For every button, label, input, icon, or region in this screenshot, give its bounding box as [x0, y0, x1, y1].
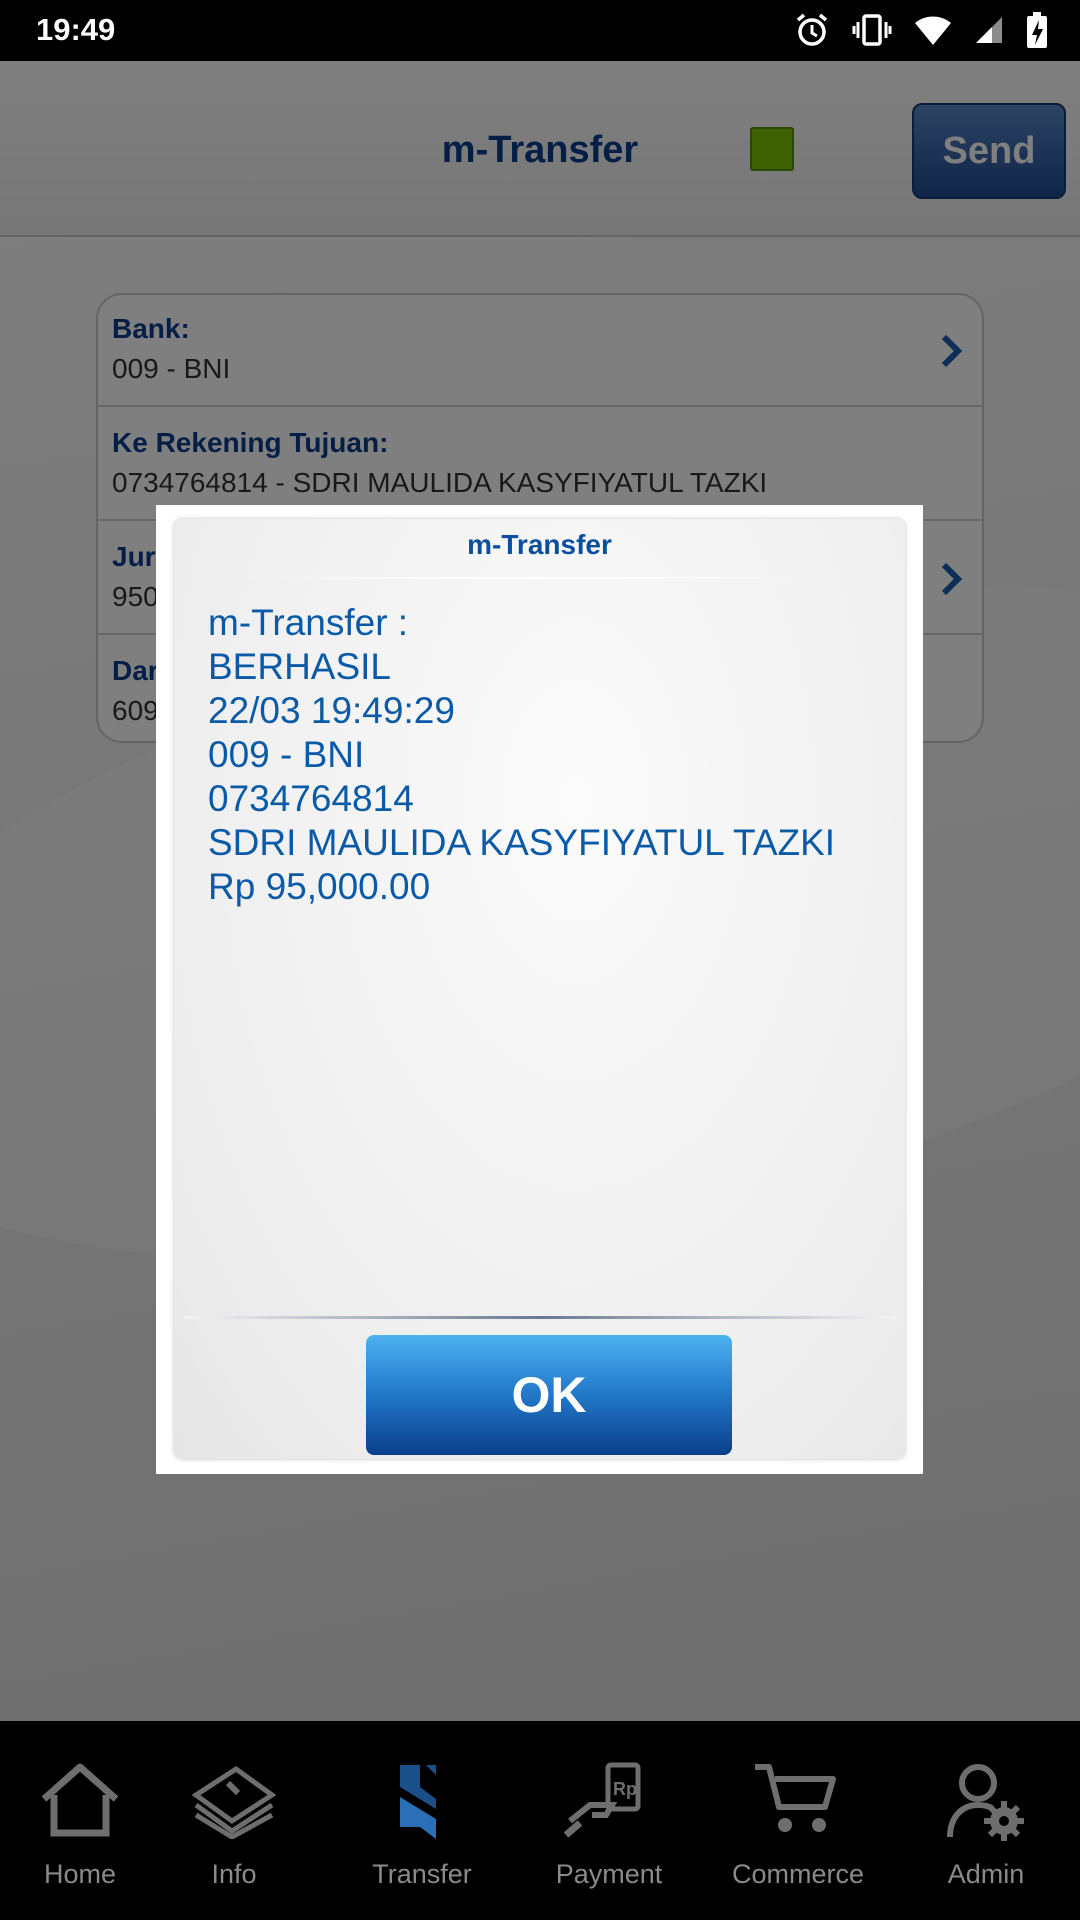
message-line: 0734764814: [208, 778, 414, 819]
message-line: m-Transfer :: [208, 602, 409, 643]
dialog-footer-divider: [184, 1316, 896, 1319]
nav-item-info[interactable]: Info: [144, 1721, 324, 1920]
nav-item-admin[interactable]: Admin: [896, 1721, 1076, 1920]
dialog-message: m-Transfer : BERHASIL 22/03 19:49:29 009…: [208, 601, 888, 909]
status-time: 19:49: [36, 12, 116, 47]
nav-label: Info: [211, 1859, 257, 1889]
nav-label: Commerce: [731, 1859, 865, 1889]
result-dialog: m-Transfer m-Transfer : BERHASIL 22/03 1…: [156, 505, 923, 1474]
message-line: 009 - BNI: [208, 734, 365, 775]
nav-label: Payment: [555, 1859, 663, 1889]
alarm-icon: [794, 12, 830, 48]
nav-item-transfer[interactable]: Transfer: [332, 1721, 512, 1920]
wifi-icon: [914, 14, 952, 46]
dialog-divider: [214, 577, 864, 579]
message-line: Rp 95,000.00: [208, 866, 431, 907]
admin-gear-icon: [896, 1761, 1076, 1841]
message-line: BERHASIL: [208, 646, 392, 687]
bottom-navigation: Home Info Transfer Rp Payment Commerce A…: [0, 1721, 1080, 1920]
ok-button[interactable]: OK: [366, 1335, 732, 1455]
nav-label: Admin: [947, 1859, 1025, 1889]
message-line: SDRI MAULIDA KASYFIYATUL TAZKI: [208, 822, 836, 863]
payment-icon: Rp: [519, 1761, 699, 1841]
status-bar: 19:49: [0, 0, 1080, 61]
svg-text:Rp: Rp: [613, 1779, 637, 1799]
status-icons: [794, 10, 1048, 50]
nav-item-commerce[interactable]: Commerce: [708, 1721, 888, 1920]
battery-charging-icon: [1026, 12, 1048, 48]
info-book-icon: [144, 1761, 324, 1841]
message-line: 22/03 19:49:29: [208, 690, 455, 731]
dialog-panel: m-Transfer m-Transfer : BERHASIL 22/03 1…: [174, 519, 905, 1459]
dialog-title: m-Transfer: [467, 529, 612, 560]
vibrate-icon: [852, 12, 892, 48]
transfer-icon: [332, 1761, 512, 1841]
nav-label: Transfer: [372, 1859, 472, 1889]
cart-icon: [708, 1761, 888, 1841]
cellular-signal-icon: [974, 15, 1004, 45]
nav-item-payment[interactable]: Rp Payment: [519, 1721, 699, 1920]
